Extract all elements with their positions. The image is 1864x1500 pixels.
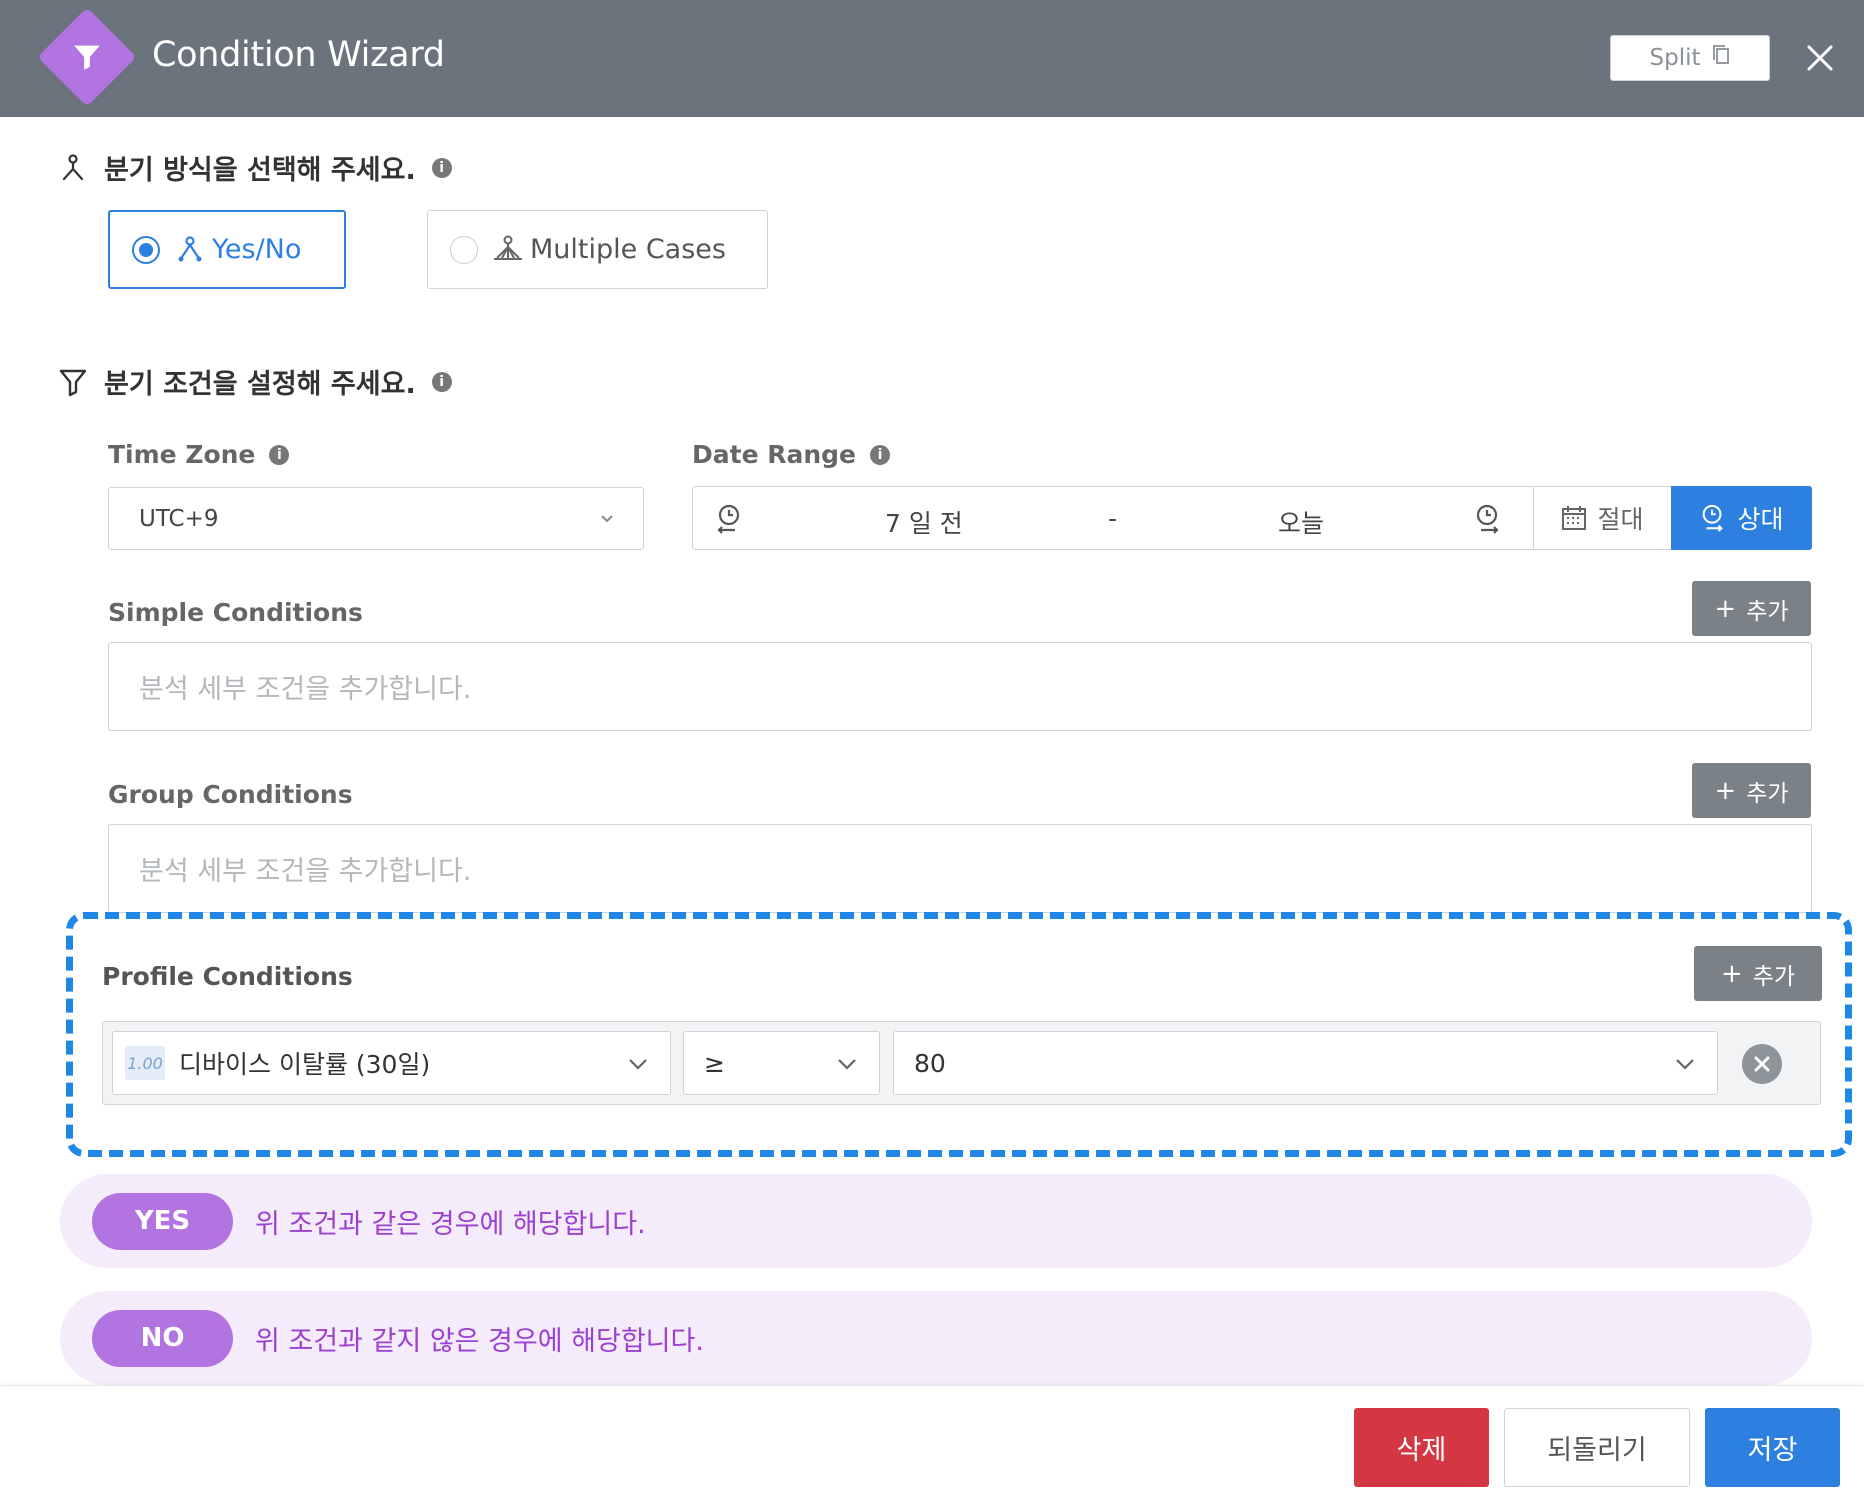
split-label: Split xyxy=(1649,45,1701,71)
no-result-text: 위 조건과 같지 않은 경우에 해당합니다. xyxy=(255,1325,704,1357)
group-conditions-label: Group Conditions xyxy=(108,780,353,809)
close-button[interactable] xyxy=(1800,38,1840,78)
info-icon[interactable]: i xyxy=(870,444,891,465)
undo-button[interactable]: 되돌리기 xyxy=(1504,1408,1690,1487)
add-label: 추가 xyxy=(1752,963,1796,990)
time-zone-label: Time Zone i xyxy=(108,440,290,469)
filter-outline-icon xyxy=(56,365,90,399)
date-separator: - xyxy=(1108,504,1118,533)
date-relative-button[interactable]: 상대 xyxy=(1671,486,1812,550)
branch-two-icon xyxy=(174,234,206,266)
copy-icon xyxy=(1711,44,1731,72)
date-range-label-text: Date Range xyxy=(692,440,857,469)
chevron-down-icon xyxy=(601,515,613,523)
delete-button[interactable]: 삭제 xyxy=(1354,1408,1489,1487)
operator-value: ≥ xyxy=(704,1048,725,1078)
remove-condition-button[interactable] xyxy=(1742,1044,1782,1084)
option-yes-no[interactable]: Yes/No xyxy=(108,210,346,289)
clock-start-icon xyxy=(715,503,745,539)
time-zone-value: UTC+9 xyxy=(139,505,219,532)
branch-conditions-heading: 분기 조건을 설정해 주세요. i xyxy=(56,362,452,401)
simple-conditions-area[interactable]: 분석 세부 조건을 추가합니다. xyxy=(108,642,1812,731)
filter-icon xyxy=(62,32,112,82)
wizard-header: Condition Wizard Split xyxy=(0,0,1864,117)
group-conditions-placeholder: 분석 세부 조건을 추가합니다. xyxy=(139,856,472,887)
clock-relative-icon xyxy=(1703,504,1724,532)
branch-icon xyxy=(56,151,90,185)
add-group-condition-button[interactable]: + 추가 xyxy=(1692,763,1811,818)
yes-result-bar: YES 위 조건과 같은 경우에 해당합니다. xyxy=(60,1174,1812,1268)
option-multiple-cases-label: Multiple Cases xyxy=(530,234,726,265)
chevron-down-icon xyxy=(838,1059,856,1070)
add-label: 추가 xyxy=(1746,598,1789,625)
date-absolute-label: 절대 xyxy=(1597,505,1644,534)
branch-method-title: 분기 방식을 선택해 주세요. xyxy=(104,155,416,186)
date-end[interactable]: 오늘 xyxy=(1278,504,1324,540)
no-pill: NO xyxy=(92,1309,233,1367)
close-icon xyxy=(1807,45,1833,71)
date-absolute-button[interactable]: 절대 xyxy=(1533,487,1671,549)
condition-value: 80 xyxy=(914,1048,946,1078)
radio-yes-no[interactable] xyxy=(132,235,160,264)
split-button[interactable]: Split xyxy=(1610,35,1770,81)
yes-pill: YES xyxy=(92,1192,233,1250)
add-profile-condition-button[interactable]: + 추가 xyxy=(1694,946,1822,1001)
profile-condition-row: 1.00 디바이스 이탈률 (30일) ≥ 80 xyxy=(102,1021,1821,1105)
date-range-label: Date Range i xyxy=(692,440,891,469)
info-icon[interactable]: i xyxy=(269,444,290,465)
plus-icon: + xyxy=(1720,958,1743,989)
close-circle-icon xyxy=(1754,1056,1770,1072)
wizard-title: Condition Wizard xyxy=(152,35,445,75)
info-icon[interactable]: i xyxy=(431,157,452,178)
branch-method-heading: 분기 방식을 선택해 주세요. i xyxy=(56,148,452,187)
value-select[interactable]: 80 xyxy=(893,1031,1718,1095)
branch-multi-icon xyxy=(492,234,524,266)
yes-result-text: 위 조건과 같은 경우에 해당합니다. xyxy=(255,1208,646,1240)
time-zone-label-text: Time Zone xyxy=(108,440,256,469)
chevron-down-icon xyxy=(1676,1059,1694,1070)
date-relative-label: 상대 xyxy=(1737,505,1784,534)
option-multiple-cases[interactable]: Multiple Cases xyxy=(427,210,768,289)
add-simple-condition-button[interactable]: + 추가 xyxy=(1692,581,1811,636)
numeric-type-badge: 1.00 xyxy=(125,1046,165,1080)
add-label: 추가 xyxy=(1746,780,1789,807)
footer-bar: 삭제 되돌리기 저장 xyxy=(0,1385,1864,1500)
plus-icon: + xyxy=(1714,775,1737,806)
chevron-down-icon xyxy=(629,1059,647,1070)
branch-conditions-title: 분기 조건을 설정해 주세요. xyxy=(104,369,416,400)
calendar-icon xyxy=(1562,506,1587,530)
no-result-bar: NO 위 조건과 같지 않은 경우에 해당합니다. xyxy=(60,1291,1812,1385)
time-zone-select[interactable]: UTC+9 xyxy=(108,487,644,550)
profile-conditions-label: Profile Conditions xyxy=(102,962,353,991)
operator-select[interactable]: ≥ xyxy=(683,1031,880,1095)
profile-attribute-select[interactable]: 1.00 디바이스 이탈률 (30일) xyxy=(112,1031,671,1095)
plus-icon: + xyxy=(1714,593,1737,624)
profile-attribute-value: 디바이스 이탈률 (30일) xyxy=(179,1050,431,1079)
info-icon[interactable]: i xyxy=(431,371,452,392)
date-start[interactable]: 7 일 전 xyxy=(885,504,963,540)
clock-end-icon xyxy=(1473,503,1503,539)
group-conditions-area[interactable]: 분석 세부 조건을 추가합니다. xyxy=(108,824,1812,913)
simple-conditions-placeholder: 분석 세부 조건을 추가합니다. xyxy=(139,674,472,705)
radio-multiple-cases[interactable] xyxy=(450,235,478,264)
date-range-picker[interactable]: 7 일 전 - 오늘 절대 상대 xyxy=(692,486,1812,550)
save-button[interactable]: 저장 xyxy=(1705,1408,1840,1487)
option-yes-no-label: Yes/No xyxy=(212,234,302,265)
simple-conditions-label: Simple Conditions xyxy=(108,598,363,627)
